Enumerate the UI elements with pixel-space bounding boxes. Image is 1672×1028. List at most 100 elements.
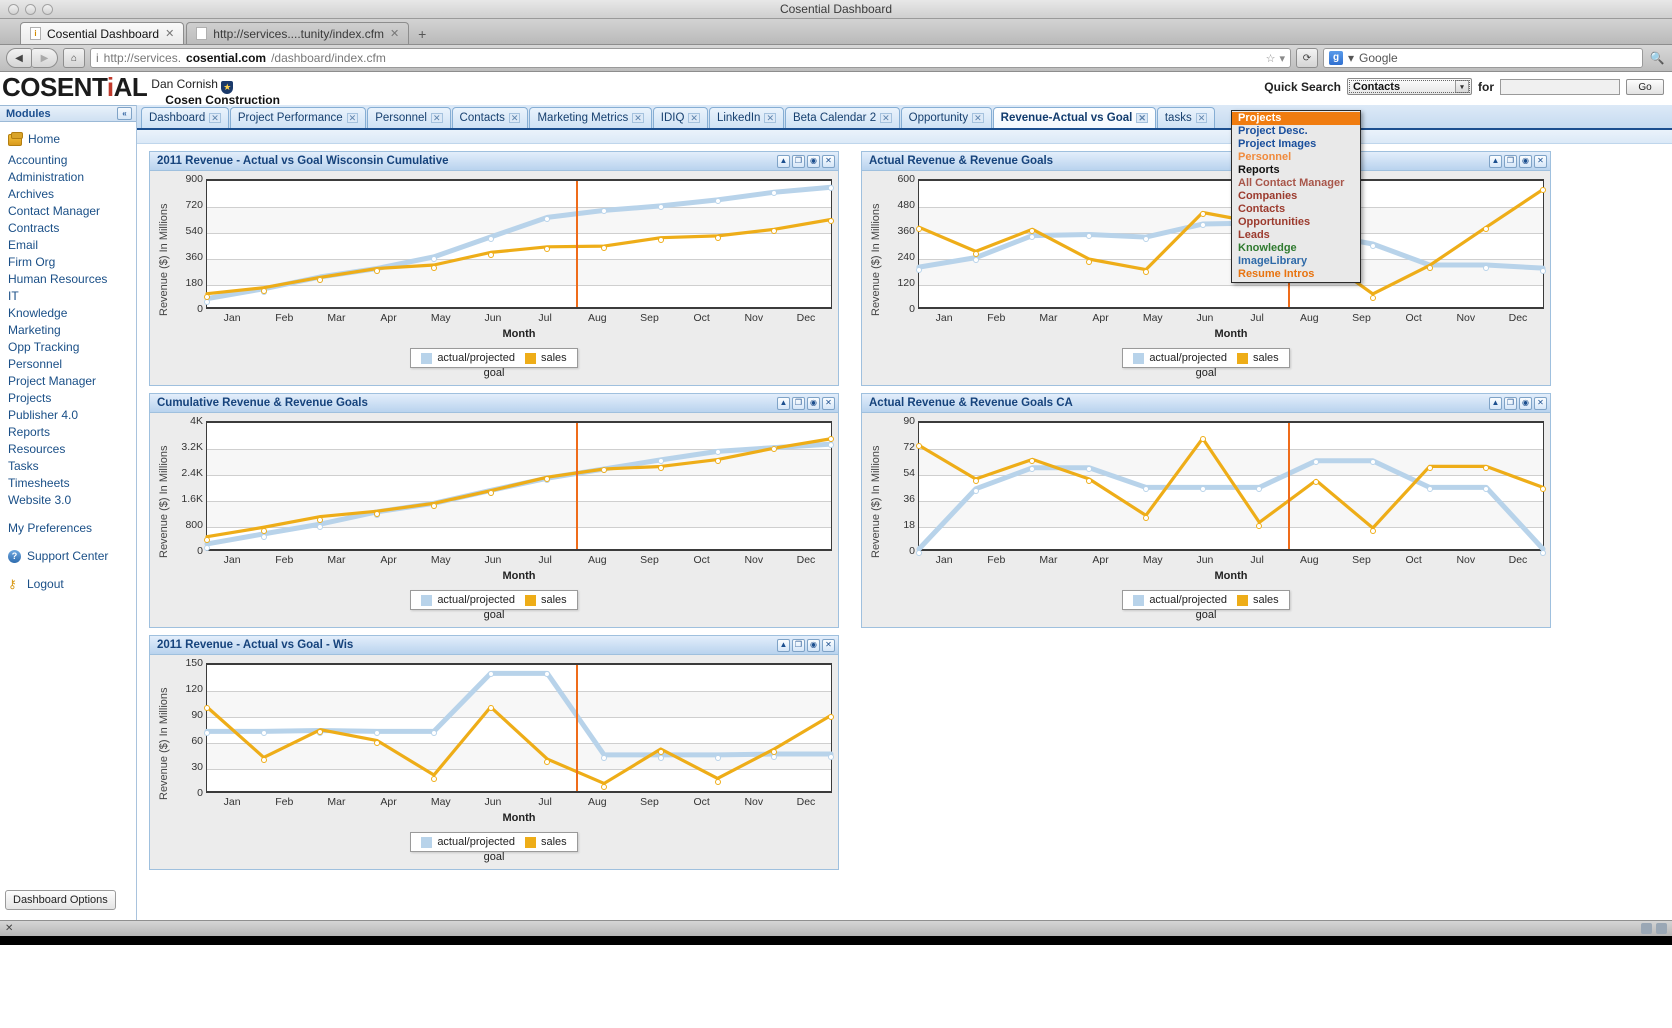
quick-search-option-companies[interactable]: Companies — [1232, 190, 1360, 203]
reload-button[interactable]: ⟳ — [1296, 48, 1318, 68]
portlet-collapse-button[interactable]: ▲ — [777, 154, 790, 168]
browser-tab-0-close-icon[interactable]: ✕ — [165, 27, 174, 40]
sidebar-item-administration[interactable]: Administration — [0, 169, 136, 186]
portlet-settings-button[interactable]: ◉ — [1519, 154, 1532, 168]
portlet-settings-button[interactable]: ◉ — [807, 638, 820, 652]
portlet-close-button[interactable]: ✕ — [822, 638, 835, 652]
chevron-down-icon[interactable]: ▾ — [1455, 80, 1469, 93]
forward-button[interactable]: ▶ — [32, 48, 58, 68]
portlet-settings-button[interactable]: ◉ — [807, 154, 820, 168]
tab-close-icon[interactable]: ✕ — [764, 113, 776, 123]
tab-close-icon[interactable]: ✕ — [632, 113, 644, 123]
sidebar-item-opp-tracking[interactable]: Opp Tracking — [0, 339, 136, 356]
quick-search-option-leads[interactable]: Leads — [1232, 229, 1360, 242]
bookmark-star-icon[interactable]: ☆ — [1266, 52, 1276, 65]
portlet-settings-button[interactable]: ◉ — [1519, 396, 1532, 410]
sidebar-item-projects[interactable]: Projects — [0, 390, 136, 407]
window-zoom-button[interactable] — [42, 3, 53, 15]
site-info-icon[interactable]: i — [96, 51, 99, 65]
portlet-collapse-button[interactable]: ▲ — [1489, 396, 1502, 410]
browser-tab-0[interactable]: i Cosential Dashboard ✕ — [20, 22, 185, 44]
portlet-restore-button[interactable]: ❐ — [1504, 396, 1517, 410]
portlet-restore-button[interactable]: ❐ — [792, 638, 805, 652]
quick-search-option-projects[interactable]: Projects — [1232, 112, 1360, 125]
browser-tab-1[interactable]: http://services....tunity/index.cfm ✕ — [186, 22, 410, 44]
quick-search-option-imagelibrary[interactable]: ImageLibrary — [1232, 255, 1360, 268]
sidebar-item-personnel[interactable]: Personnel — [0, 356, 136, 373]
tab-beta-calendar-2[interactable]: Beta Calendar 2 ✕ — [784, 107, 900, 128]
portlet-close-button[interactable]: ✕ — [1534, 396, 1547, 410]
new-tab-button[interactable]: + — [411, 24, 433, 44]
browser-tab-1-close-icon[interactable]: ✕ — [390, 27, 399, 40]
tab-close-icon[interactable]: ✕ — [1195, 113, 1208, 123]
tab-tasks[interactable]: tasks ✕ — [1156, 107, 1216, 128]
portlet-settings-button[interactable]: ◉ — [807, 396, 820, 410]
sidebar-item-knowledge[interactable]: Knowledge — [0, 305, 136, 322]
tab-close-icon[interactable]: ✕ — [880, 113, 892, 123]
home-button[interactable]: ⌂ — [63, 48, 85, 68]
quick-search-option-project-desc-[interactable]: Project Desc. — [1232, 125, 1360, 138]
window-traffic-lights[interactable] — [8, 3, 53, 15]
tab-close-icon[interactable]: ✕ — [209, 113, 221, 123]
tab-close-icon[interactable]: ✕ — [972, 113, 984, 123]
portlet-restore-button[interactable]: ❐ — [792, 396, 805, 410]
quick-search-option-opportunities[interactable]: Opportunities — [1232, 216, 1360, 229]
back-button[interactable]: ◀ — [6, 48, 32, 68]
tab-close-icon[interactable]: ✕ — [346, 113, 359, 123]
status-icon-2[interactable] — [1656, 923, 1667, 934]
sidebar-item-website-3-0[interactable]: Website 3.0 — [0, 492, 136, 509]
portlet-close-button[interactable]: ✕ — [822, 396, 835, 410]
tab-close-icon[interactable]: ✕ — [688, 113, 700, 123]
status-icon-1[interactable] — [1641, 923, 1652, 934]
dashboard-options-button[interactable]: Dashboard Options — [5, 890, 116, 910]
portlet-close-button[interactable]: ✕ — [1534, 154, 1547, 168]
tab-marketing-metrics[interactable]: Marketing Metrics ✕ — [529, 107, 652, 128]
quick-search-option-reports[interactable]: Reports — [1232, 164, 1360, 177]
quick-search-type-dropdown[interactable]: Projects Project Desc. Project Images Perso… — [1231, 110, 1361, 283]
quick-search-option-personnel[interactable]: Personnel — [1232, 151, 1360, 164]
search-engine-caret-icon[interactable]: ▾ — [1348, 51, 1354, 65]
sidebar-item-marketing[interactable]: Marketing — [0, 322, 136, 339]
tab-close-icon[interactable]: ✕ — [430, 113, 443, 123]
quick-search-option-all-contact-manager[interactable]: All Contact Manager — [1232, 177, 1360, 190]
sidebar-item-contact-manager[interactable]: Contact Manager — [0, 203, 136, 220]
portlet-collapse-button[interactable]: ▲ — [777, 396, 790, 410]
sidebar-item-archives[interactable]: Archives — [0, 186, 136, 203]
sidebar-collapse-button[interactable]: « — [117, 107, 132, 120]
sidebar-item-home[interactable]: Home — [0, 131, 136, 148]
window-minimize-button[interactable] — [25, 3, 36, 15]
tab-revenue-actual-vs-goal[interactable]: Revenue-Actual vs Goal ✕ — [992, 107, 1156, 128]
status-close-icon[interactable]: ✕ — [5, 923, 13, 934]
sidebar-item-my-preferences[interactable]: My Preferences — [0, 520, 136, 537]
sidebar-item-support-center[interactable]: ? Support Center — [0, 548, 136, 565]
browser-search-icon[interactable]: 🔍 — [1648, 51, 1666, 65]
portlet-restore-button[interactable]: ❐ — [1504, 154, 1517, 168]
sidebar-item-timesheets[interactable]: Timesheets — [0, 475, 136, 492]
window-close-button[interactable] — [8, 3, 19, 15]
tab-dashboard[interactable]: Dashboard ✕ — [141, 107, 229, 128]
sidebar-item-reports[interactable]: Reports — [0, 424, 136, 441]
tab-contacts[interactable]: Contacts ✕ — [451, 107, 529, 128]
sidebar-item-logout[interactable]: ⚷ Logout — [0, 576, 136, 593]
tab-personnel[interactable]: Personnel ✕ — [367, 107, 451, 128]
bookmark-caret-icon[interactable]: ▾ — [1279, 52, 1285, 65]
tab-close-icon[interactable]: ✕ — [508, 113, 521, 123]
sidebar-item-accounting[interactable]: Accounting — [0, 152, 136, 169]
sidebar-item-email[interactable]: Email — [0, 237, 136, 254]
sidebar-item-contracts[interactable]: Contracts — [0, 220, 136, 237]
sidebar-item-tasks[interactable]: Tasks — [0, 458, 136, 475]
tab-close-icon[interactable]: ✕ — [1136, 113, 1148, 123]
browser-search-box[interactable]: g ▾ Google — [1323, 48, 1643, 68]
sidebar-item-resources[interactable]: Resources — [0, 441, 136, 458]
portlet-restore-button[interactable]: ❐ — [792, 154, 805, 168]
quick-search-option-resume-intros[interactable]: Resume Intros — [1232, 268, 1360, 281]
sidebar-item-firm-org[interactable]: Firm Org — [0, 254, 136, 271]
tab-opportunity[interactable]: Opportunity ✕ — [900, 107, 992, 128]
tab-linkedin[interactable]: LinkedIn ✕ — [708, 107, 784, 128]
quick-search-option-project-images[interactable]: Project Images — [1232, 138, 1360, 151]
sidebar-item-human-resources[interactable]: Human Resources — [0, 271, 136, 288]
sidebar-item-publisher-4-0[interactable]: Publisher 4.0 — [0, 407, 136, 424]
address-bar[interactable]: i http://services. cosential.com/dashboar… — [90, 48, 1291, 68]
tab-project-performance[interactable]: Project Performance ✕ — [229, 107, 367, 128]
sidebar-item-project-manager[interactable]: Project Manager — [0, 373, 136, 390]
